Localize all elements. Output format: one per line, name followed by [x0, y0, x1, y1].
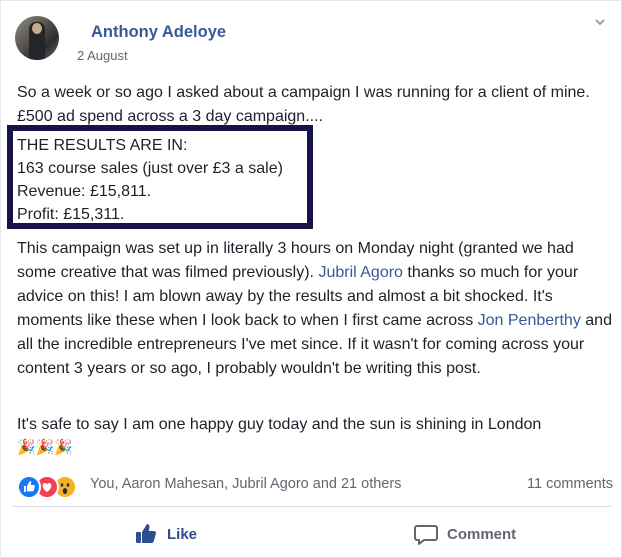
mention-jubril-agoro[interactable]: Jubril Agoro	[318, 264, 403, 281]
chevron-down-icon[interactable]	[593, 15, 607, 29]
divider	[13, 506, 611, 507]
results-text: THE RESULTS ARE IN: 163 course sales (ju…	[17, 134, 613, 226]
post-paragraph-3: It's safe to say I am one happy guy toda…	[17, 416, 542, 433]
avatar-head	[32, 23, 42, 34]
comment-button[interactable]: Comment	[413, 511, 516, 557]
party-popper-emojis: 🎉🎉🎉	[17, 439, 74, 456]
avatar[interactable]	[15, 16, 59, 60]
author-name[interactable]: Anthony Adeloye	[91, 23, 226, 42]
results-line-2: 163 course sales (just over £3 a sale)	[17, 160, 283, 177]
post-actions: Like Comment	[13, 511, 611, 557]
thumbs-up-icon	[136, 524, 156, 543]
post-card: Anthony Adeloye 2 August So a week or so…	[0, 0, 622, 558]
like-label: Like	[167, 525, 198, 543]
results-line-1: THE RESULTS ARE IN:	[17, 137, 188, 154]
results-line-3: Revenue: £15,811.	[17, 183, 152, 200]
results-line-4: Profit: £15,311.	[17, 206, 125, 223]
like-icon	[17, 475, 41, 499]
reaction-icons[interactable]	[17, 473, 87, 499]
comments-count[interactable]: 11 comments	[527, 476, 613, 492]
comment-label: Comment	[447, 525, 517, 543]
reactors-summary[interactable]: You, Aaron Mahesan, Jubril Agoro and 21 …	[90, 476, 401, 492]
mention-jon-penberthy[interactable]: Jon Penberthy	[478, 312, 581, 329]
comment-bubble-icon	[414, 525, 438, 545]
like-button[interactable]: Like	[133, 511, 197, 557]
post-paragraph-2: This campaign was set up in literally 3 …	[17, 237, 613, 381]
post-paragraph-1: So a week or so ago I asked about a camp…	[17, 84, 590, 125]
post-stats: You, Aaron Mahesan, Jubril Agoro and 21 …	[17, 473, 613, 499]
post-date[interactable]: 2 August	[77, 48, 128, 63]
